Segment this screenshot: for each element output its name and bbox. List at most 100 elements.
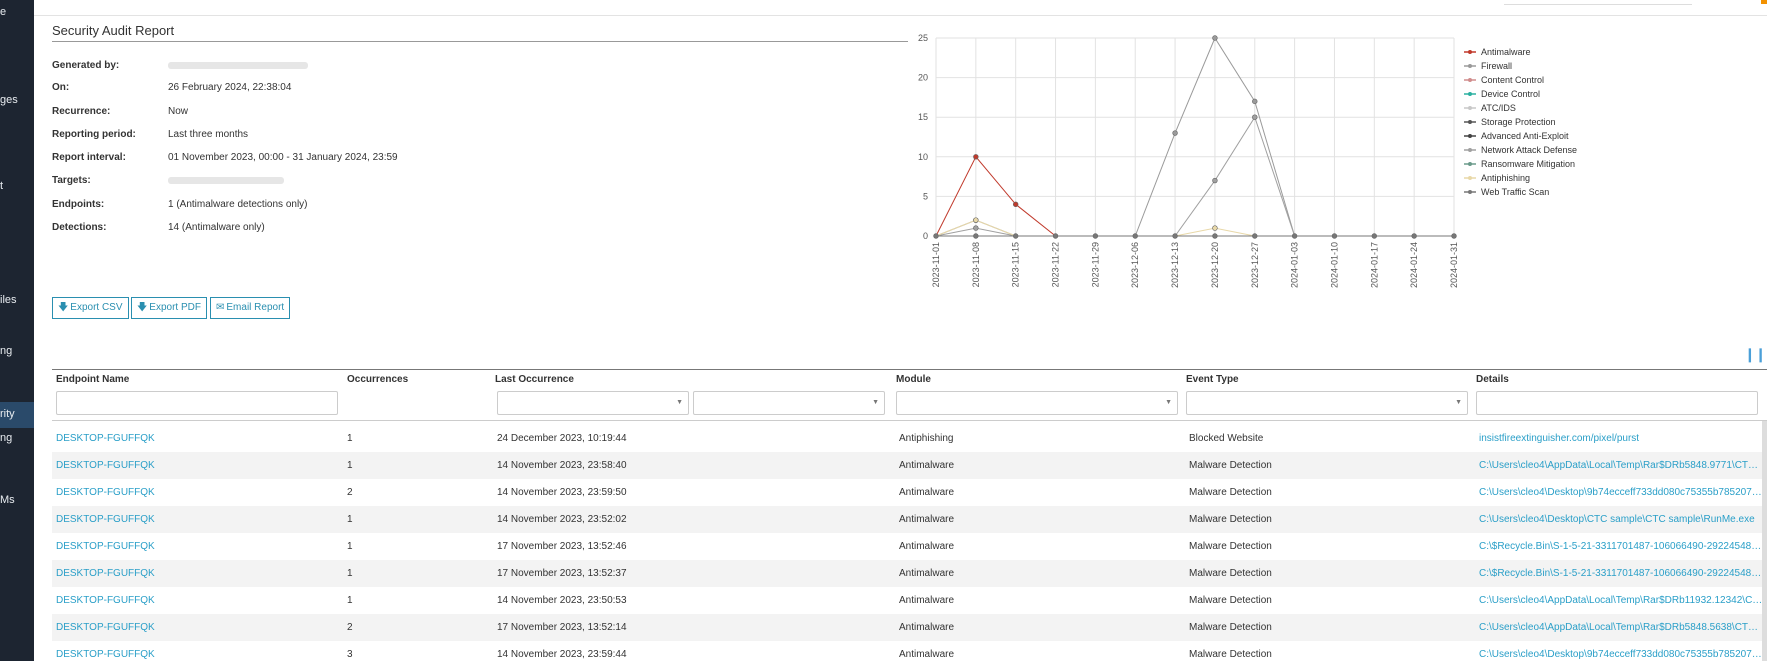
meta-value: Last three months bbox=[168, 129, 249, 140]
sidebar-item-reports[interactable]: t bbox=[0, 180, 3, 192]
meta-label: Detections: bbox=[52, 222, 107, 233]
last-occurrence-from-select[interactable]: ▼ bbox=[497, 391, 689, 415]
details-cell[interactable]: C:\Users\cleo4\Desktop\9b74ecceff733dd08… bbox=[1479, 649, 1765, 660]
legend-item: Device Control bbox=[1481, 89, 1540, 99]
table-row[interactable]: DESKTOP-FGUFFQK 1 14 November 2023, 23:58:… bbox=[52, 452, 1767, 479]
module-cell: Antimalware bbox=[899, 595, 955, 606]
sidebar-item-policies[interactable]: ges bbox=[0, 94, 18, 106]
export-pdf-button[interactable]: 🡇 Export PDF bbox=[131, 297, 207, 319]
meta-value: 26 February 2024, 22:38:04 bbox=[168, 82, 292, 93]
legend-item: ATC/IDS bbox=[1481, 103, 1516, 113]
legend-marker bbox=[1468, 190, 1472, 194]
legend-marker bbox=[1468, 78, 1472, 82]
x-tick-label: 2023-11-08 bbox=[971, 242, 981, 287]
data-point bbox=[1451, 233, 1457, 239]
email-report-button[interactable]: ✉ Email Report bbox=[210, 297, 291, 319]
table-row[interactable]: DESKTOP-FGUFFQK 3 14 November 2023, 23:59:… bbox=[52, 641, 1767, 668]
legend-item: Ransomware Mitigation bbox=[1481, 159, 1575, 169]
endpoint-name-cell[interactable]: DESKTOP-FGUFFQK bbox=[56, 622, 336, 633]
sidebar-item-security[interactable]: rity bbox=[0, 408, 15, 420]
table-row[interactable]: DESKTOP-FGUFFQK 1 17 November 2023, 13:52:… bbox=[52, 560, 1767, 587]
page-title: Security Audit Report bbox=[52, 23, 175, 38]
column-header-event-type[interactable]: Event Type bbox=[1186, 374, 1239, 385]
sidebar-item-logging[interactable]: ng bbox=[0, 345, 12, 357]
module-filter-select[interactable]: ▼ bbox=[896, 391, 1178, 415]
column-header-module[interactable]: Module bbox=[896, 374, 931, 385]
data-point bbox=[973, 217, 979, 223]
endpoint-name-cell[interactable]: DESKTOP-FGUFFQK bbox=[56, 649, 336, 660]
details-cell[interactable]: insistfireextinguisher.com/pixel/purst bbox=[1479, 433, 1765, 444]
columns-toggle-icon[interactable]: ❙❙❙ bbox=[1744, 346, 1767, 363]
endpoint-name-cell[interactable]: DESKTOP-FGUFFQK bbox=[56, 514, 336, 525]
occurrences-cell: 2 bbox=[347, 622, 353, 633]
endpoint-name-cell[interactable]: DESKTOP-FGUFFQK bbox=[56, 568, 336, 579]
details-filter-input[interactable] bbox=[1476, 391, 1758, 415]
endpoint-name-filter-input[interactable] bbox=[56, 391, 338, 415]
sidebar-item-vms[interactable]: Ms bbox=[0, 494, 15, 506]
details-cell[interactable]: C:\Users\cleo4\AppData\Local\Temp\Rar$DR… bbox=[1479, 622, 1765, 633]
filters-divider bbox=[52, 420, 1767, 421]
event-type-filter-select[interactable]: ▼ bbox=[1186, 391, 1468, 415]
legend-marker bbox=[1468, 106, 1472, 110]
legend-item: Storage Protection bbox=[1481, 117, 1556, 127]
x-tick-label: 2023-12-13 bbox=[1170, 242, 1180, 288]
data-point bbox=[1012, 201, 1019, 208]
column-header-details[interactable]: Details bbox=[1476, 374, 1509, 385]
data-point bbox=[1411, 233, 1417, 239]
table-row[interactable]: DESKTOP-FGUFFQK 1 17 November 2023, 13:52:… bbox=[52, 533, 1767, 560]
endpoint-name-cell[interactable]: DESKTOP-FGUFFQK bbox=[56, 595, 336, 606]
x-tick-label: 2023-12-20 bbox=[1210, 242, 1220, 288]
x-tick-label: 2023-11-15 bbox=[1011, 242, 1021, 287]
notification-icon[interactable] bbox=[1761, 0, 1767, 4]
meta-label: Recurrence: bbox=[52, 106, 111, 117]
email-icon: ✉ bbox=[216, 302, 225, 313]
legend-marker bbox=[1468, 64, 1472, 68]
series-line-network-attack-defense bbox=[935, 116, 1454, 237]
table-row[interactable]: DESKTOP-FGUFFQK 2 14 November 2023, 23:59:… bbox=[52, 479, 1767, 506]
column-header-last-occurrence[interactable]: Last Occurrence bbox=[495, 374, 574, 385]
legend-marker bbox=[1468, 148, 1472, 152]
x-tick-label: 2023-11-29 bbox=[1090, 242, 1100, 287]
details-cell[interactable]: C:\$Recycle.Bin\S-1-5-21-3311701487-1060… bbox=[1479, 541, 1765, 552]
module-cell: Antimalware bbox=[899, 460, 955, 471]
data-point bbox=[1252, 114, 1258, 120]
email-report-label: Email Report bbox=[226, 302, 285, 313]
search-input[interactable] bbox=[1504, 0, 1692, 5]
table-row[interactable]: DESKTOP-FGUFFQK 2 17 November 2023, 13:52:… bbox=[52, 614, 1767, 641]
data-point bbox=[1132, 233, 1138, 239]
series-line-firewall bbox=[935, 36, 1454, 237]
details-cell[interactable]: C:\Users\cleo4\AppData\Local\Temp\Rar$DR… bbox=[1479, 460, 1765, 471]
endpoint-name-cell[interactable]: DESKTOP-FGUFFQK bbox=[56, 460, 336, 471]
sidebar-item-auditing[interactable]: ng bbox=[0, 432, 12, 444]
data-point bbox=[1092, 233, 1099, 239]
details-cell[interactable]: C:\$Recycle.Bin\S-1-5-21-3311701487-1060… bbox=[1479, 568, 1765, 579]
details-cell[interactable]: C:\Users\cleo4\Desktop\CTC sample\CTC sa… bbox=[1479, 514, 1765, 525]
sidebar-item-top[interactable]: e bbox=[0, 6, 6, 18]
endpoint-name-cell[interactable]: DESKTOP-FGUFFQK bbox=[56, 433, 336, 444]
details-cell[interactable]: C:\Users\cleo4\Desktop\9b74ecceff733dd08… bbox=[1479, 487, 1765, 498]
data-point bbox=[1371, 233, 1378, 239]
column-header-endpoint-name[interactable]: Endpoint Name bbox=[56, 374, 129, 385]
last-occurrence-cell: 14 November 2023, 23:58:40 bbox=[497, 460, 627, 471]
last-occurrence-to-select[interactable]: ▼ bbox=[693, 391, 885, 415]
meta-label: Generated by: bbox=[52, 60, 120, 71]
meta-label: Endpoints: bbox=[52, 199, 105, 210]
table-row[interactable]: DESKTOP-FGUFFQK 1 14 November 2023, 23:52:… bbox=[52, 506, 1767, 533]
details-cell[interactable]: C:\Users\cleo4\AppData\Local\Temp\Rar$DR… bbox=[1479, 595, 1765, 606]
download-icon: 🡇 bbox=[58, 302, 69, 313]
legend-item: Content Control bbox=[1481, 75, 1544, 85]
export-csv-button[interactable]: 🡇 Export CSV bbox=[52, 297, 129, 319]
legend-item: Web Traffic Scan bbox=[1481, 187, 1549, 197]
column-header-occurrences[interactable]: Occurrences bbox=[347, 374, 408, 385]
x-tick-label: 2023-11-01 bbox=[931, 242, 941, 287]
table-row[interactable]: DESKTOP-FGUFFQK 1 24 December 2023, 10:19:… bbox=[52, 425, 1767, 452]
sidebar-item-profiles[interactable]: iles bbox=[0, 294, 17, 306]
table-row[interactable]: DESKTOP-FGUFFQK 1 14 November 2023, 23:50:… bbox=[52, 587, 1767, 614]
table-scrollbar[interactable] bbox=[1762, 421, 1767, 661]
module-cell: Antimalware bbox=[899, 487, 955, 498]
data-point bbox=[1172, 233, 1178, 239]
endpoint-name-cell[interactable]: DESKTOP-FGUFFQK bbox=[56, 541, 336, 552]
endpoint-name-cell[interactable]: DESKTOP-FGUFFQK bbox=[56, 487, 336, 498]
data-point bbox=[973, 225, 979, 231]
module-cell: Antimalware bbox=[899, 622, 955, 633]
